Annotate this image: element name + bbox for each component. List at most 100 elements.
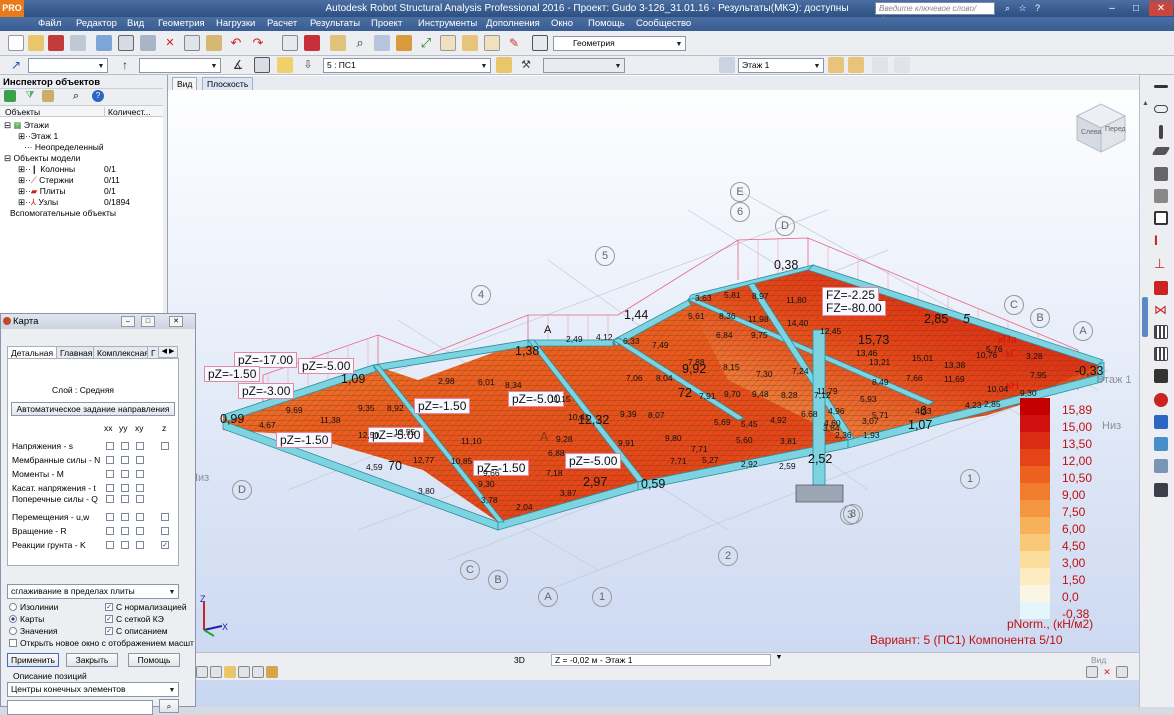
tools-icon[interactable]: ✎	[506, 35, 522, 51]
storey-up-icon[interactable]	[828, 57, 844, 73]
load-label[interactable]: FZ=-80.00	[822, 301, 886, 316]
menu-item[interactable]: Геометрия	[158, 18, 205, 29]
normalization-checkbox[interactable]: ✓	[105, 603, 113, 611]
smoothing-selector[interactable]: сглаживание в пределах плиты ▼	[7, 584, 179, 599]
calc-table-icon[interactable]	[1154, 437, 1168, 451]
results-icon[interactable]	[1154, 415, 1168, 429]
node-selector[interactable]: ▼	[28, 58, 108, 73]
fe-mesh-checkbox[interactable]: ✓	[105, 615, 113, 623]
axes-icon[interactable]: ⤢	[418, 35, 434, 51]
save-icon[interactable]	[48, 35, 64, 51]
search-icon[interactable]: ⌕	[159, 699, 179, 713]
view-tool-icon[interactable]	[238, 666, 250, 678]
grid-icon[interactable]	[1154, 325, 1168, 339]
column-icon[interactable]	[1159, 125, 1163, 139]
result-component-checkbox[interactable]	[136, 456, 144, 464]
globe-icon[interactable]	[396, 35, 412, 51]
load-case-icon[interactable]: ⇩	[300, 57, 316, 73]
result-component-checkbox[interactable]	[121, 527, 129, 535]
panel-icon[interactable]	[1154, 189, 1168, 203]
cut-icon[interactable]: ✕	[162, 35, 178, 51]
camera-icon[interactable]	[140, 35, 156, 51]
result-z-checkbox[interactable]: ✓	[161, 541, 169, 549]
zoom-icon[interactable]: ⌕	[352, 35, 368, 51]
radio-values[interactable]	[9, 627, 17, 635]
load-label[interactable]: pZ=-5.00	[565, 453, 622, 469]
cube-left-face[interactable]: Слева	[1081, 129, 1102, 136]
status-z-field[interactable]: Z = -0,02 м - Этаж 1	[551, 654, 771, 666]
menu-item[interactable]: Сообщество	[636, 18, 691, 29]
menu-item[interactable]: Нагрузки	[216, 18, 255, 29]
structure-3d-view[interactable]: E 6 D 5 4 A C B A Этаж 1 Низ Низ D 1 2 3…	[168, 90, 1139, 652]
beam-icon[interactable]	[1154, 105, 1168, 113]
menu-item[interactable]: Результаты	[310, 18, 360, 29]
layout-icon[interactable]	[532, 35, 548, 51]
table-icon[interactable]	[282, 35, 298, 51]
view-tool-icon[interactable]	[1116, 666, 1128, 678]
tree-icon[interactable]	[4, 90, 16, 102]
new-file-icon[interactable]	[8, 35, 24, 51]
bar-selection-icon[interactable]: ↑	[117, 57, 133, 73]
view-tool-icon[interactable]	[1086, 666, 1098, 678]
ruler-icon[interactable]	[440, 35, 456, 51]
mode-selector[interactable]: ▼	[543, 58, 625, 73]
print-icon[interactable]	[70, 35, 86, 51]
result-component-checkbox[interactable]	[136, 484, 144, 492]
menu-item[interactable]: Вид	[127, 18, 144, 29]
menu-item[interactable]: Инструменты	[418, 18, 477, 29]
measure-icon[interactable]	[484, 35, 500, 51]
menu-item[interactable]: Помощь	[588, 18, 625, 29]
panel-divider-icon[interactable]	[1154, 85, 1168, 88]
storey-selector[interactable]: Этаж 1 ▼	[738, 58, 824, 73]
view-tool-icon[interactable]	[224, 666, 236, 678]
undo-icon[interactable]: ↶	[228, 35, 244, 51]
load-icon[interactable]	[277, 57, 293, 73]
result-component-checkbox[interactable]	[136, 495, 144, 503]
radio-isolines[interactable]	[9, 603, 17, 611]
open-new-window-checkbox[interactable]	[9, 639, 17, 647]
table-icon[interactable]	[1154, 347, 1168, 361]
menu-item[interactable]: Редактор	[76, 18, 117, 29]
result-component-checkbox[interactable]	[121, 513, 129, 521]
cube-front-face[interactable]: Перед	[1105, 126, 1126, 133]
result-component-checkbox[interactable]	[106, 513, 114, 521]
storey-toggle-icon[interactable]	[719, 57, 735, 73]
layout-selector[interactable]: Геометрия ▼	[553, 36, 686, 51]
description-checkbox[interactable]: ✓	[105, 627, 113, 635]
case-tools-icon[interactable]: ⚒	[518, 57, 534, 73]
load-case-selector[interactable]: 5 : ПС1 ▼	[323, 58, 491, 73]
load-icon[interactable]	[1154, 281, 1168, 295]
filter-icon[interactable]: ⧩	[24, 90, 36, 102]
result-component-checkbox[interactable]	[136, 470, 144, 478]
view-tool-icon[interactable]	[252, 666, 264, 678]
help-button[interactable]: Помощь	[128, 653, 180, 667]
help-icon[interactable]: ?	[1030, 2, 1045, 15]
stairs-icon[interactable]	[1154, 369, 1168, 383]
result-component-checkbox[interactable]	[121, 541, 129, 549]
view-tool-icon[interactable]	[196, 666, 208, 678]
menu-item[interactable]: Проект	[371, 18, 402, 29]
result-component-checkbox[interactable]	[121, 495, 129, 503]
report-icon[interactable]	[1154, 459, 1168, 473]
map-dialog-titlebar[interactable]: Карта – □ ✕	[1, 314, 195, 329]
result-z-checkbox[interactable]	[161, 513, 169, 521]
view-tool-icon[interactable]	[266, 666, 278, 678]
tab-view[interactable]: Вид	[172, 77, 198, 90]
radio-maps[interactable]	[9, 615, 17, 623]
storey-table-icon[interactable]	[894, 57, 910, 73]
right-scroll-thumb[interactable]	[1142, 297, 1148, 337]
close-dialog-button[interactable]: Закрыть	[66, 653, 118, 667]
close-button[interactable]: ✕	[169, 316, 183, 327]
menu-item[interactable]: Файл	[38, 18, 61, 29]
tree-item-model-objects[interactable]: ⊟ Объекты модели	[4, 153, 80, 164]
panel-icon[interactable]	[254, 57, 270, 73]
wall-icon[interactable]	[1154, 167, 1168, 181]
view-tool-icon[interactable]: ✕	[1101, 666, 1113, 678]
menu-item[interactable]: Окно	[551, 18, 573, 29]
tree-item-undefined[interactable]: ··· Неопределенный	[24, 142, 104, 153]
binoculars-icon[interactable]: ⌕	[1000, 2, 1015, 15]
result-component-checkbox[interactable]	[136, 513, 144, 521]
result-component-checkbox[interactable]	[106, 484, 114, 492]
load-label[interactable]: pZ=-1.50	[204, 366, 261, 382]
positions-selector[interactable]: Центры конечных элементов ▼	[7, 682, 179, 697]
